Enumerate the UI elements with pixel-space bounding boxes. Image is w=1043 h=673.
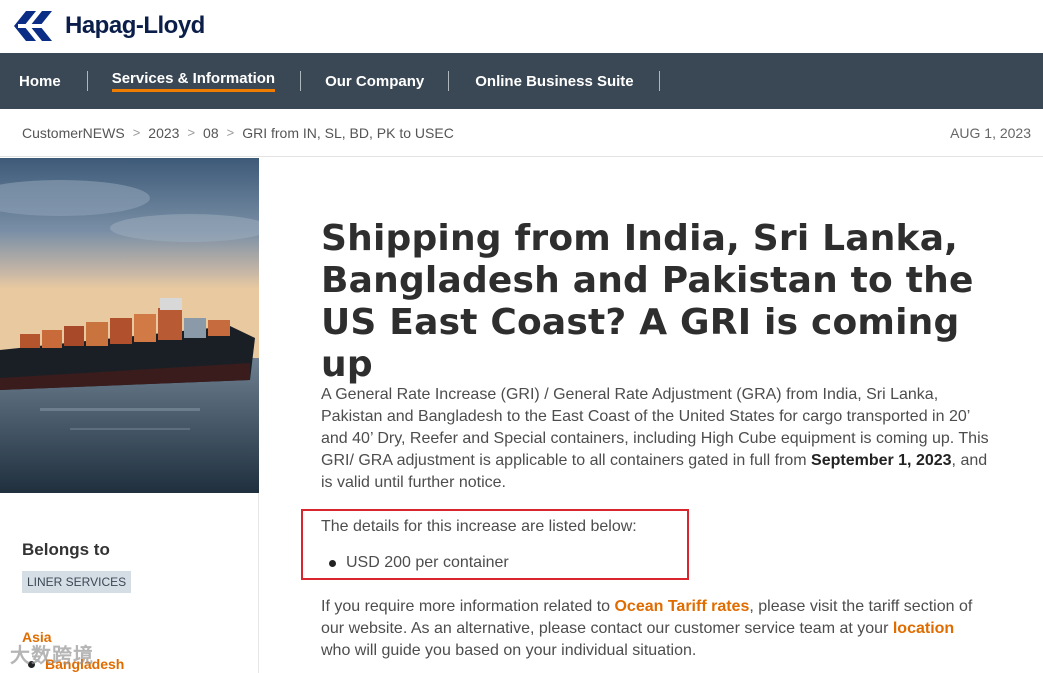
article-paragraph: A General Rate Increase (GRI) / General … xyxy=(321,386,989,491)
nav-item-our-company[interactable]: Our Company xyxy=(325,53,424,109)
publish-date: AUG 1, 2023 xyxy=(950,125,1031,141)
ocean-tariff-rates-link[interactable]: Ocean Tariff rates xyxy=(614,598,749,615)
article-paragraph-contact: If you require more information related … xyxy=(321,598,973,659)
nav-item-online-business-suite[interactable]: Online Business Suite xyxy=(475,53,633,109)
effective-date: September 1, 2023 xyxy=(811,452,952,469)
breadcrumb-current: GRI from IN, SL, BD, PK to USEC xyxy=(242,124,454,141)
breadcrumb-item-customernews[interactable]: CustomerNEWS xyxy=(22,125,125,141)
nav-divider xyxy=(658,71,660,91)
hapag-lloyd-logo-icon xyxy=(14,11,54,41)
header: Hapag-Lloyd xyxy=(0,0,1043,53)
main-nav: Home Services & Information Our Company … xyxy=(0,53,1043,109)
bullet-icon xyxy=(329,559,336,567)
nav-item-services-information[interactable]: Services & Information xyxy=(111,53,276,109)
details-list-item: USD 200 per container xyxy=(329,554,509,572)
nav-divider xyxy=(448,71,450,91)
watermark: 大数跨境 xyxy=(10,645,94,667)
details-intro: The details for this increase are listed… xyxy=(321,518,637,535)
chevron-right-icon: > xyxy=(226,125,235,140)
sidebar: Belongs to LINER SERVICES Asia Banglades… xyxy=(0,493,259,673)
brand-name: Hapag-Lloyd xyxy=(65,12,205,39)
location-link[interactable]: location xyxy=(893,620,954,637)
category-tag[interactable]: LINER SERVICES xyxy=(22,571,132,593)
hero-image-container-ship xyxy=(0,158,259,493)
nav-divider xyxy=(300,71,302,91)
belongs-to-heading: Belongs to xyxy=(22,540,110,559)
breadcrumb: CustomerNEWS > 2023 > 08 > GRI from IN, … xyxy=(0,109,1043,157)
nav-item-home[interactable]: Home xyxy=(19,53,61,109)
breadcrumb-item-year[interactable]: 2023 xyxy=(148,125,179,141)
brand-logo[interactable]: Hapag-Lloyd xyxy=(12,11,205,41)
article-title: Shipping from India, Sri Lanka, Banglade… xyxy=(321,218,974,385)
chevron-right-icon: > xyxy=(132,125,141,140)
breadcrumb-item-month[interactable]: 08 xyxy=(203,125,219,141)
nav-divider xyxy=(86,71,88,91)
chevron-right-icon: > xyxy=(187,125,196,140)
